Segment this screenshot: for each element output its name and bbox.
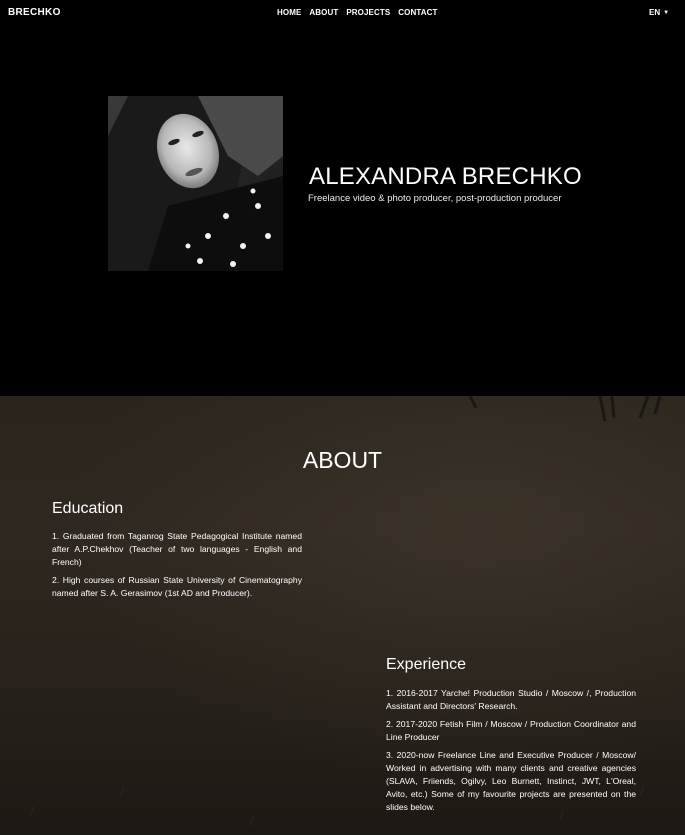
nav-link-about[interactable]: ABOUT: [309, 8, 338, 17]
nav-link-contact[interactable]: CONTACT: [398, 8, 437, 17]
list-item: 3. 2020-now Freelance Line and Executive…: [386, 750, 636, 812]
language-dropdown[interactable]: EN ▼: [649, 8, 669, 17]
experience-title: Experience: [386, 656, 467, 673]
list-item: 1. 2016-2017 Yarche! Production Studio /…: [386, 688, 636, 711]
education-list: 1. Graduated from Taganrog State Pedagog…: [52, 530, 302, 605]
list-item: 2. 2017-2020 Fetish Film / Moscow / Prod…: [386, 719, 636, 742]
nav-links: HOME ABOUT PROJECTS CONTACT: [277, 8, 446, 17]
list-item: 2. High courses of Russian State Univers…: [52, 575, 302, 598]
education-title: Education: [52, 500, 124, 517]
hero-name: ALEXANDRA BRECHKO: [309, 163, 582, 190]
about-title: ABOUT: [302, 447, 383, 473]
experience-list: 1. 2016-2017 Yarche! Production Studio /…: [386, 687, 636, 819]
portrait-photo: [108, 96, 283, 271]
language-label: EN: [649, 8, 661, 17]
navbar: BRECHKO HOME ABOUT PROJECTS CONTACT EN ▼: [0, 0, 685, 26]
nav-link-home[interactable]: HOME: [277, 8, 301, 17]
caret-down-icon: ▼: [663, 10, 670, 16]
list-item: 1. Graduated from Taganrog State Pedagog…: [52, 531, 302, 567]
brand-logo-link[interactable]: BRECHKO: [8, 7, 61, 18]
portrait-illustration: [108, 96, 283, 271]
hero-subtitle: Freelance video & photo producer, post-p…: [308, 193, 562, 204]
hero-section: ALEXANDRA BRECHKO Freelance video & phot…: [0, 26, 685, 396]
about-section: ABOUT Education 1. Graduated from Taganr…: [0, 396, 685, 835]
nav-link-projects[interactable]: PROJECTS: [346, 8, 390, 17]
